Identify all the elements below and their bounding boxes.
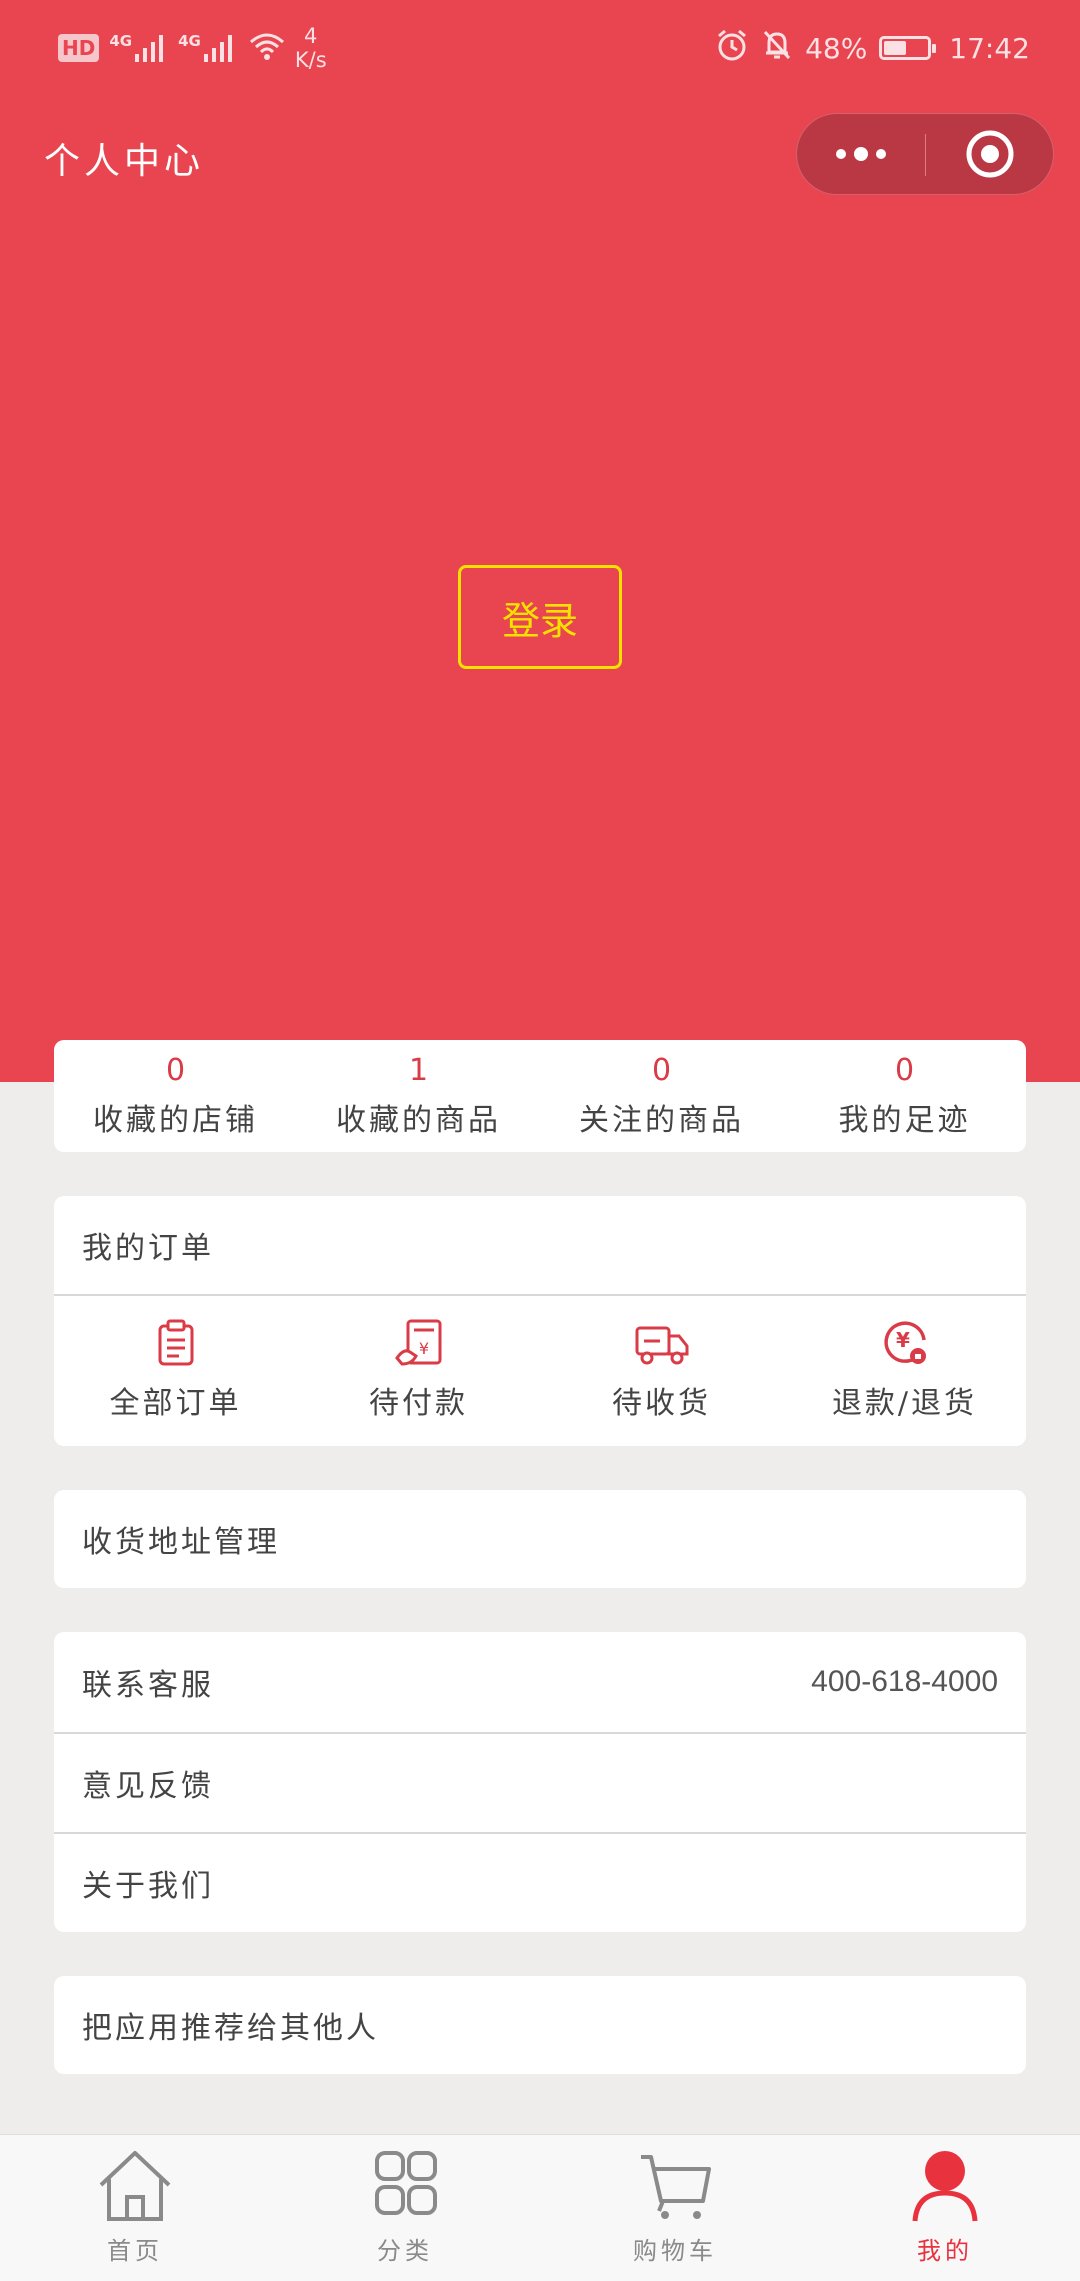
order-all[interactable]: 全部订单 — [54, 1296, 297, 1444]
recommend-card: 把应用推荐给其他人 — [54, 1976, 1026, 2074]
recommend-app-row[interactable]: 把应用推荐给其他人 — [54, 1976, 1026, 2074]
payment-icon: ¥ — [394, 1319, 441, 1366]
home-icon — [99, 2151, 171, 2221]
close-button[interactable] — [926, 114, 1054, 194]
stat-count: 0 — [894, 1053, 915, 1088]
order-pending-payment[interactable]: ¥ 待付款 — [297, 1296, 540, 1444]
more-dots-icon — [836, 147, 886, 161]
hd-badge: HD — [58, 34, 100, 62]
tab-label: 首页 — [107, 2237, 163, 2265]
my-orders-row[interactable]: 我的订单 — [54, 1196, 1026, 1296]
stat-label: 关注的商品 — [579, 1103, 744, 1138]
order-item-label: 退款/退货 — [831, 1386, 978, 1421]
svg-text:¥: ¥ — [418, 1339, 428, 1358]
battery-percent: 48% — [805, 31, 868, 65]
tab-cart[interactable]: 购物车 — [540, 2135, 810, 2281]
cart-icon — [641, 2155, 711, 2219]
stat-count: 0 — [165, 1053, 186, 1088]
stat-favorite-products[interactable]: 1 收藏的商品 — [297, 1040, 540, 1152]
stat-label: 我的足迹 — [838, 1103, 971, 1138]
stat-footprints[interactable]: 0 我的足迹 — [783, 1040, 1026, 1152]
stat-followed-products[interactable]: 0 关注的商品 — [540, 1040, 783, 1152]
tab-home[interactable]: 首页 — [0, 2135, 270, 2281]
tab-profile[interactable]: 我的 — [810, 2135, 1080, 2281]
about-us-label: 关于我们 — [82, 1869, 214, 1904]
stat-label: 收藏的店铺 — [93, 1103, 258, 1138]
target-close-icon — [966, 130, 1014, 178]
my-orders-title: 我的订单 — [82, 1231, 214, 1266]
tab-label: 购物车 — [633, 2237, 717, 2265]
category-icon — [375, 2151, 437, 2215]
contact-service-row[interactable]: 联系客服 400-618-4000 — [54, 1632, 1026, 1732]
order-item-label: 全部订单 — [109, 1386, 242, 1421]
page-title: 个人中心 — [44, 141, 205, 182]
recommend-label: 把应用推荐给其他人 — [82, 2011, 379, 2046]
order-pending-receipt[interactable]: 待收货 — [540, 1296, 783, 1444]
order-refund[interactable]: ¥ 退款/退货 — [783, 1296, 1026, 1444]
status-bar: HD 4G 4G 4 K/s 48% 17:42 — [0, 0, 1080, 92]
clipboard-icon — [158, 1319, 193, 1366]
tab-category[interactable]: 分类 — [270, 2135, 540, 2281]
tab-label: 我的 — [917, 2237, 973, 2265]
tab-label: 分类 — [377, 2237, 433, 2265]
refund-icon: ¥ — [883, 1321, 926, 1364]
battery-icon — [879, 36, 937, 60]
about-us-row[interactable]: 关于我们 — [54, 1832, 1026, 1932]
address-card: 收货地址管理 — [54, 1490, 1026, 1588]
address-label: 收货地址管理 — [82, 1525, 280, 1560]
orders-card: 我的订单 全部订单 ¥ 待付款 待收货 ¥ 退款/退货 — [54, 1196, 1026, 1446]
truck-icon — [635, 1326, 688, 1365]
feedback-label: 意见反馈 — [82, 1769, 214, 1804]
bottom-tab-bar: 首页 分类 购物车 我的 — [0, 2134, 1080, 2281]
order-item-label: 待付款 — [369, 1386, 468, 1421]
cellular-signal-icon-2: 4G — [178, 32, 237, 64]
user-icon — [912, 2151, 978, 2222]
mute-bell-icon — [761, 28, 793, 69]
stat-count: 0 — [651, 1053, 672, 1088]
contact-service-label: 联系客服 — [82, 1668, 214, 1703]
login-button[interactable]: 登录 — [458, 565, 622, 669]
stat-count: 1 — [408, 1053, 429, 1088]
stat-label: 收藏的商品 — [336, 1103, 501, 1138]
contact-phone[interactable]: 400-618-4000 — [811, 1665, 998, 1699]
cellular-signal-icon: 4G — [109, 32, 168, 64]
more-button[interactable] — [797, 114, 925, 194]
wifi-icon — [247, 30, 287, 66]
network-speed: 4 K/s — [294, 24, 327, 72]
clock-time: 17:42 — [949, 31, 1030, 65]
stat-favorite-shops[interactable]: 0 收藏的店铺 — [54, 1040, 297, 1152]
mini-program-capsule — [796, 113, 1054, 195]
feedback-row[interactable]: 意见反馈 — [54, 1732, 1026, 1832]
address-management-row[interactable]: 收货地址管理 — [54, 1490, 1026, 1588]
alarm-icon — [715, 28, 749, 69]
svg-text:¥: ¥ — [896, 1328, 910, 1352]
service-card: 联系客服 400-618-4000 意见反馈 关于我们 — [54, 1632, 1026, 1932]
order-item-label: 待收货 — [612, 1386, 711, 1421]
stats-card: 0 收藏的店铺 1 收藏的商品 0 关注的商品 0 我的足迹 — [54, 1040, 1026, 1152]
